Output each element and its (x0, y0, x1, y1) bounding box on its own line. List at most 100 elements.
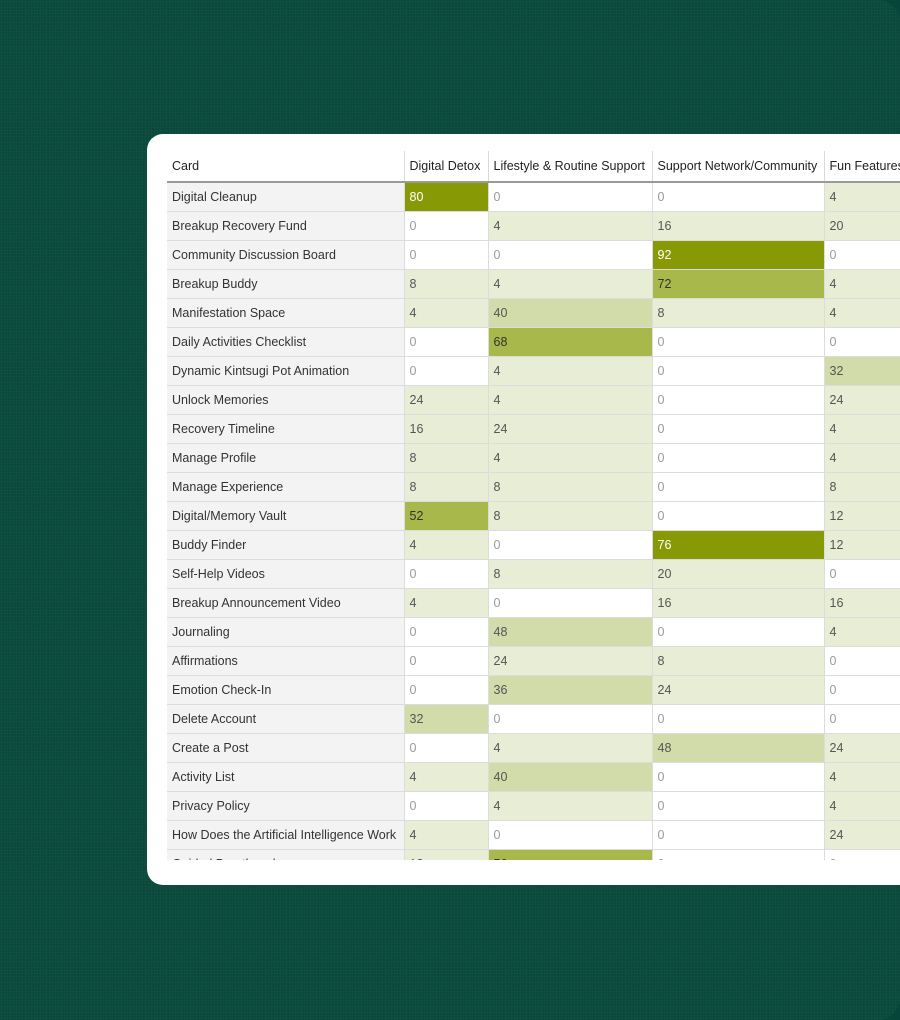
heatmap-value-cell: 4 (824, 762, 900, 792)
card-name-cell: Journaling (167, 617, 405, 647)
heatmap-value-cell: 32 (404, 704, 489, 734)
heatmap-value-cell: 0 (488, 240, 653, 270)
table-row[interactable]: Emotion Check-In 0 36 24 0 (167, 675, 900, 705)
card-name-cell: Activity List (167, 762, 405, 792)
column-header-support-network-community[interactable]: Support Network/Community (652, 151, 825, 183)
heatmap-value-cell: 8 (404, 269, 489, 299)
heatmap-value-cell: 20 (652, 559, 825, 589)
table-row[interactable]: Digital/Memory Vault 52 8 0 12 (167, 501, 900, 531)
table-row[interactable]: Activity List 4 40 0 4 (167, 762, 900, 792)
heatmap-value-cell: 4 (824, 617, 900, 647)
card-name-cell: Breakup Recovery Fund (167, 211, 405, 241)
table-row[interactable]: Digital Cleanup 80 0 0 4 (167, 182, 900, 212)
heatmap-value-cell: 0 (824, 240, 900, 270)
table-row[interactable]: Breakup Announcement Video 4 0 16 16 (167, 588, 900, 618)
table-row[interactable]: Journaling 0 48 0 4 (167, 617, 900, 647)
heatmap-value-cell: 40 (488, 762, 653, 792)
heatmap-value-cell: 0 (652, 762, 825, 792)
heatmap-value-cell: 8 (404, 472, 489, 502)
card-name-cell: Create a Post (167, 733, 405, 763)
table-row[interactable]: Recovery Timeline 16 24 0 4 (167, 414, 900, 444)
card-name-cell: Digital/Memory Vault (167, 501, 405, 531)
heatmap-value-cell: 0 (652, 472, 825, 502)
table-row[interactable]: Daily Activities Checklist 0 68 0 0 (167, 327, 900, 357)
table-row[interactable]: Privacy Policy 0 4 0 4 (167, 791, 900, 821)
card-name-cell: Manifestation Space (167, 298, 405, 328)
card-name-cell: Manage Experience (167, 472, 405, 502)
heatmap-value-cell: 72 (652, 269, 825, 299)
table-row[interactable]: Affirmations 0 24 8 0 (167, 646, 900, 676)
table-row[interactable]: Unlock Memories 24 4 0 24 (167, 385, 900, 415)
heatmap-value-cell: 52 (404, 501, 489, 531)
table-header-row: Card Digital Detox Lifestyle & Routine S… (167, 151, 900, 183)
table-row[interactable]: Buddy Finder 4 0 76 12 (167, 530, 900, 560)
card-name-cell: Affirmations (167, 646, 405, 676)
table-row[interactable]: Delete Account 32 0 0 0 (167, 704, 900, 734)
table-row[interactable]: Manage Profile 8 4 0 4 (167, 443, 900, 473)
heatmap-value-cell: 0 (404, 327, 489, 357)
heatmap-value-cell: 24 (652, 675, 825, 705)
heatmap-value-cell: 24 (404, 385, 489, 415)
results-card: Card Digital Detox Lifestyle & Routine S… (147, 134, 900, 885)
heatmap-value-cell: 4 (824, 269, 900, 299)
table-row[interactable]: Guided Breathwork125600 (167, 849, 900, 860)
heatmap-value-cell: 4 (824, 298, 900, 328)
card-name-cell: Dynamic Kintsugi Pot Animation (167, 356, 405, 386)
heatmap-value-cell: 0 (404, 733, 489, 763)
heatmap-value-cell: 32 (824, 356, 900, 386)
heatmap-value-cell: 92 (652, 240, 825, 270)
card-name-cell: Buddy Finder (167, 530, 405, 560)
heatmap-value-cell: 0 (652, 501, 825, 531)
heatmap-value-cell: 4 (488, 385, 653, 415)
table-row[interactable]: Manage Experience 8 8 0 8 (167, 472, 900, 502)
heatmap-value-cell: 0 (404, 240, 489, 270)
heatmap-value-cell: 12 (824, 501, 900, 531)
heatmap-value-cell: 24 (824, 820, 900, 850)
column-header-card[interactable]: Card (167, 151, 405, 183)
table-row[interactable]: Breakup Recovery Fund 0 4 16 20 (167, 211, 900, 241)
card-name-cell: Breakup Buddy (167, 269, 405, 299)
page-background: Card Digital Detox Lifestyle & Routine S… (0, 0, 900, 1020)
table-row[interactable]: Dynamic Kintsugi Pot Animation 0 4 0 32 (167, 356, 900, 386)
heatmap-value-cell: 4 (404, 530, 489, 560)
heatmap-value-cell: 4 (824, 443, 900, 473)
column-header-fun-features[interactable]: Fun Features (824, 151, 900, 183)
heatmap-value-cell: 4 (824, 414, 900, 444)
heatmap-value-cell: 0 (652, 182, 825, 212)
card-sort-table-container[interactable]: Card Digital Detox Lifestyle & Routine S… (167, 151, 900, 860)
heatmap-value-cell: 36 (488, 675, 653, 705)
heatmap-value-cell: 0 (652, 443, 825, 473)
table-row[interactable]: Manifestation Space 4 40 8 4 (167, 298, 900, 328)
heatmap-value-cell: 4 (488, 791, 653, 821)
heatmap-value-cell: 8 (488, 501, 653, 531)
card-name-cell: How Does the Artificial Intelligence Wor… (167, 820, 405, 850)
column-header-lifestyle-routine-support[interactable]: Lifestyle & Routine Support (488, 151, 653, 183)
heatmap-value-cell: 20 (824, 211, 900, 241)
heatmap-value-cell: 8 (488, 472, 653, 502)
table-row[interactable]: Create a Post 0 4 48 24 (167, 733, 900, 763)
heatmap-value-cell: 0 (652, 704, 825, 734)
column-header-digital-detox[interactable]: Digital Detox (404, 151, 489, 183)
card-name-cell: Manage Profile (167, 443, 405, 473)
heatmap-value-cell: 4 (404, 588, 489, 618)
table-row[interactable]: How Does the Artificial Intelligence Wor… (167, 820, 900, 850)
table-row[interactable]: Self-Help Videos 0 8 20 0 (167, 559, 900, 589)
heatmap-value-cell: 68 (488, 327, 653, 357)
heatmap-value-cell: 0 (404, 646, 489, 676)
heatmap-value-cell: 24 (824, 385, 900, 415)
heatmap-value-cell: 0 (824, 559, 900, 589)
card-name-cell: Community Discussion Board (167, 240, 405, 270)
heatmap-value-cell: 0 (404, 675, 489, 705)
heatmap-value-cell: 4 (488, 269, 653, 299)
card-sort-results-table: Card Digital Detox Lifestyle & Routine S… (167, 151, 900, 860)
table-row[interactable]: Breakup Buddy 8 4 72 4 (167, 269, 900, 299)
heatmap-value-cell: 76 (652, 530, 825, 560)
heatmap-value-cell: 0 (824, 849, 900, 860)
heatmap-value-cell: 12 (404, 849, 489, 860)
table-row[interactable]: Community Discussion Board 0 0 92 0 (167, 240, 900, 270)
heatmap-value-cell: 8 (824, 472, 900, 502)
card-name-cell: Recovery Timeline (167, 414, 405, 444)
heatmap-value-cell: 4 (404, 820, 489, 850)
heatmap-value-cell: 0 (488, 182, 653, 212)
card-name-cell: Daily Activities Checklist (167, 327, 405, 357)
